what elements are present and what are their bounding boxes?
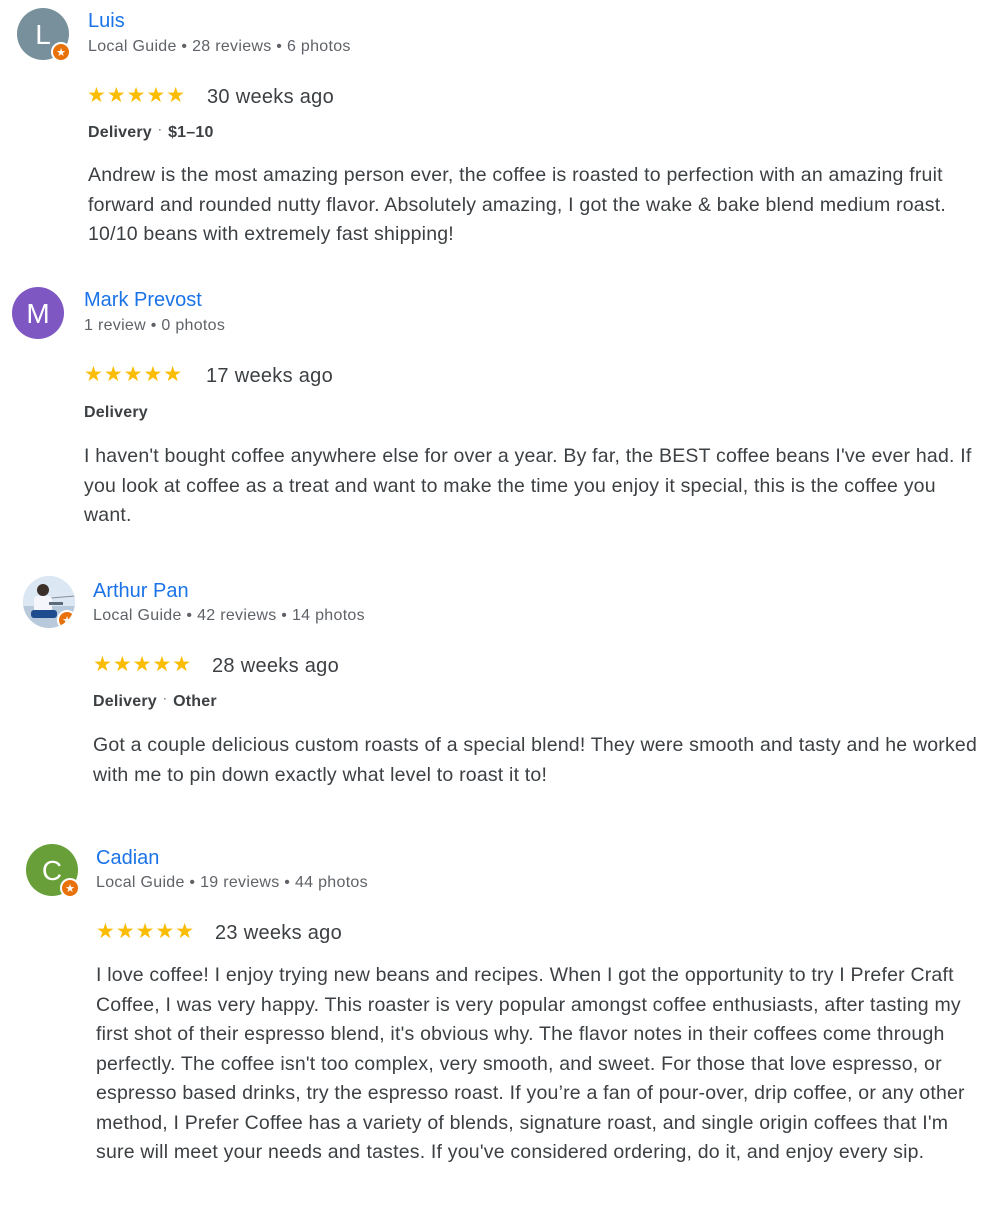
star-rating: ★★★★★	[87, 83, 187, 107]
reviewer-meta[interactable]: 1 review • 0 photos	[84, 317, 225, 335]
review-attributes: Delivery · Other	[93, 691, 217, 711]
review-attributes: Delivery	[84, 404, 148, 422]
avatar[interactable]: L ★	[17, 8, 71, 62]
attribute-service: Delivery	[88, 124, 152, 141]
reviewer-meta[interactable]: Local Guide • 28 reviews • 6 photos	[88, 38, 351, 56]
review-time: 23 weeks ago	[215, 922, 343, 944]
avatar[interactable]: C ★	[26, 844, 80, 898]
attribute-price: $1–10	[168, 124, 214, 141]
reviewer-name[interactable]: Cadian	[96, 847, 159, 870]
reviewer-meta[interactable]: Local Guide • 19 reviews • 44 photos	[96, 874, 368, 892]
review-time: 30 weeks ago	[207, 86, 335, 108]
avatar-initial: L	[35, 18, 51, 50]
star-rating: ★★★★★	[93, 652, 193, 676]
review-time: 28 weeks ago	[212, 655, 340, 677]
attribute-separator: ·	[157, 122, 163, 136]
review-text: Andrew is the most amazing person ever, …	[88, 164, 946, 245]
review-time: 17 weeks ago	[206, 365, 334, 387]
attribute-service: Delivery	[93, 693, 157, 710]
reviewer-meta[interactable]: Local Guide • 42 reviews • 14 photos	[93, 607, 365, 625]
reviewer-name[interactable]: Mark Prevost	[84, 289, 202, 312]
star-rating: ★★★★★	[96, 919, 196, 943]
avatar[interactable]: M	[12, 287, 64, 339]
review-text: I haven't bought coffee anywhere else fo…	[84, 445, 972, 526]
review-text: I love coffee! I enjoy trying new beans …	[96, 964, 965, 1163]
attribute-separator: ·	[162, 691, 168, 705]
avatar[interactable]: ★	[23, 576, 75, 628]
attribute-service: Delivery	[84, 404, 148, 421]
local-guide-badge-icon: ★	[51, 42, 71, 62]
review-text: Got a couple delicious custom roasts of …	[93, 734, 978, 786]
local-guide-badge-icon: ★	[60, 878, 80, 898]
star-rating: ★★★★★	[84, 362, 184, 386]
reviewer-name[interactable]: Luis	[88, 10, 125, 33]
reviewer-name[interactable]: Arthur Pan	[93, 580, 189, 603]
local-guide-badge-icon: ★	[57, 610, 75, 628]
avatar-initial: C	[41, 854, 63, 886]
review-attributes: Delivery · $1–10	[88, 122, 214, 142]
attribute-other: Other	[173, 693, 217, 710]
avatar-initial: M	[26, 297, 50, 329]
